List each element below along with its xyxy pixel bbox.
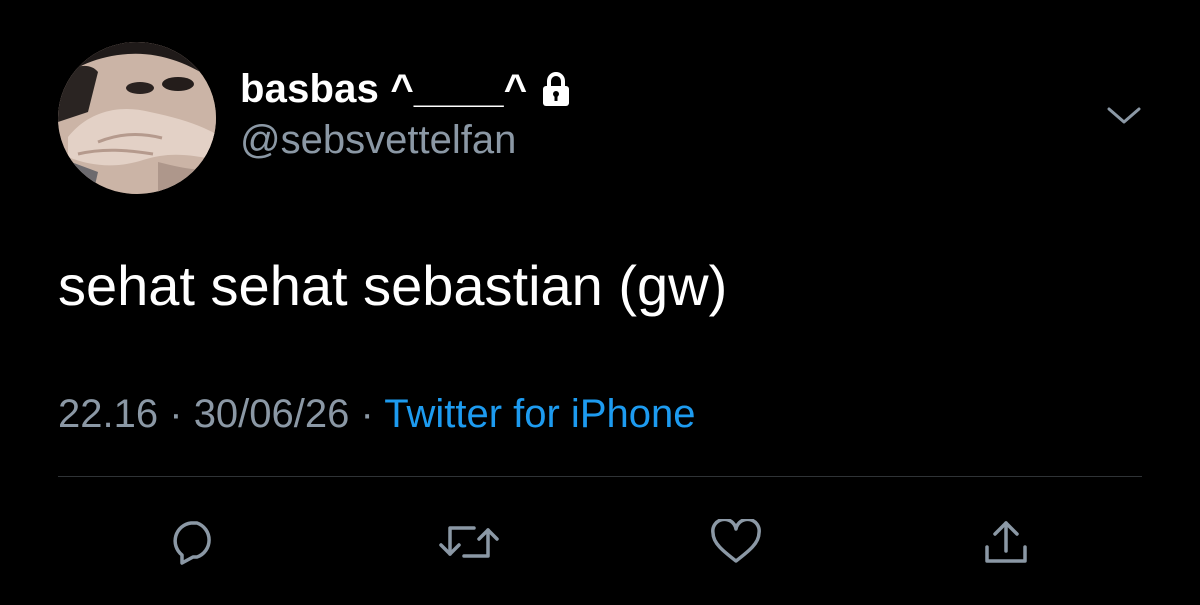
tweet-date[interactable]: 30/06/26: [194, 392, 350, 436]
avatar[interactable]: [58, 42, 216, 194]
meta-separator: ·: [169, 392, 183, 436]
user-handle[interactable]: @sebsvettelfan: [240, 118, 516, 163]
meta-separator: ·: [360, 392, 374, 436]
tweet-text: sehat sehat sebastian (gw): [58, 254, 728, 317]
heart-icon: [711, 519, 761, 563]
more-options-button[interactable]: [1104, 96, 1144, 136]
tweet-meta: 22.16 · 30/06/26 · Twitter for iPhone: [58, 388, 695, 440]
retweet-button[interactable]: [437, 510, 501, 574]
chevron-down-icon: [1107, 107, 1141, 124]
share-icon: [985, 521, 1027, 563]
retweet-icon: [439, 526, 499, 558]
share-button[interactable]: [974, 510, 1038, 574]
like-button[interactable]: [704, 510, 768, 574]
divider: [58, 476, 1142, 477]
action-bar: [0, 510, 1200, 574]
avatar-image: [58, 42, 216, 194]
display-name[interactable]: basbas ^____^: [240, 67, 527, 112]
tweet-time[interactable]: 22.16: [58, 392, 158, 436]
tweet-source-link[interactable]: Twitter for iPhone: [384, 392, 695, 436]
reply-button[interactable]: [162, 510, 226, 574]
reply-icon: [173, 521, 211, 565]
lock-icon: [543, 72, 570, 106]
user-name-row: basbas ^____^: [240, 62, 571, 116]
